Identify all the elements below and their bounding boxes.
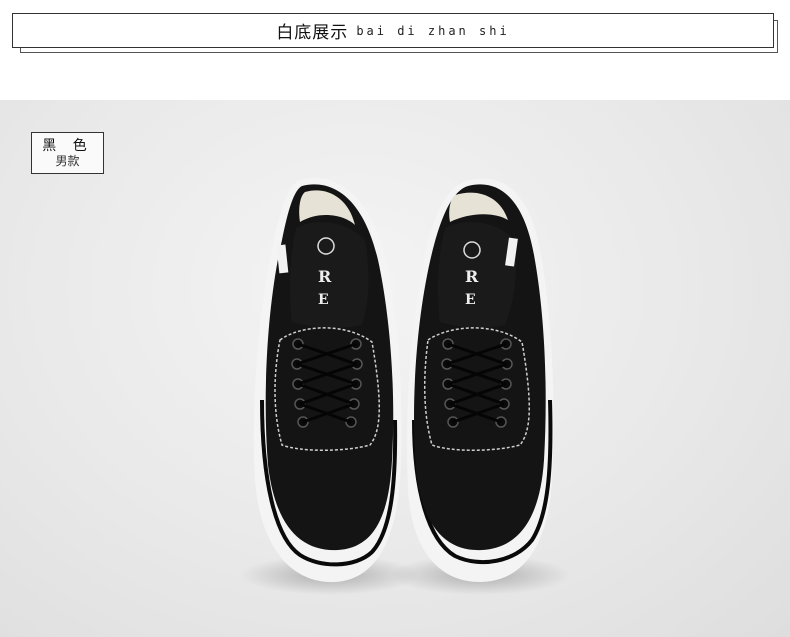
section-title: 白底展示 (276, 23, 349, 43)
sneaker-pair-image: R E R E (240, 177, 570, 595)
section-header-banner: 白底展示 bai di zhan shi (12, 13, 774, 48)
svg-text:R: R (465, 267, 479, 286)
color-variant-tag: 黑 色 男款 (31, 132, 104, 174)
section-title-pinyin: bai di zhan shi (356, 23, 510, 38)
svg-text:E: E (465, 292, 476, 308)
left-shoe: R E (240, 177, 420, 595)
color-name: 黑 色 (42, 137, 93, 154)
style-label: 男款 (55, 153, 80, 168)
right-shoe: R E (390, 178, 570, 595)
svg-text:E: E (318, 292, 329, 308)
svg-text:R: R (318, 267, 332, 286)
